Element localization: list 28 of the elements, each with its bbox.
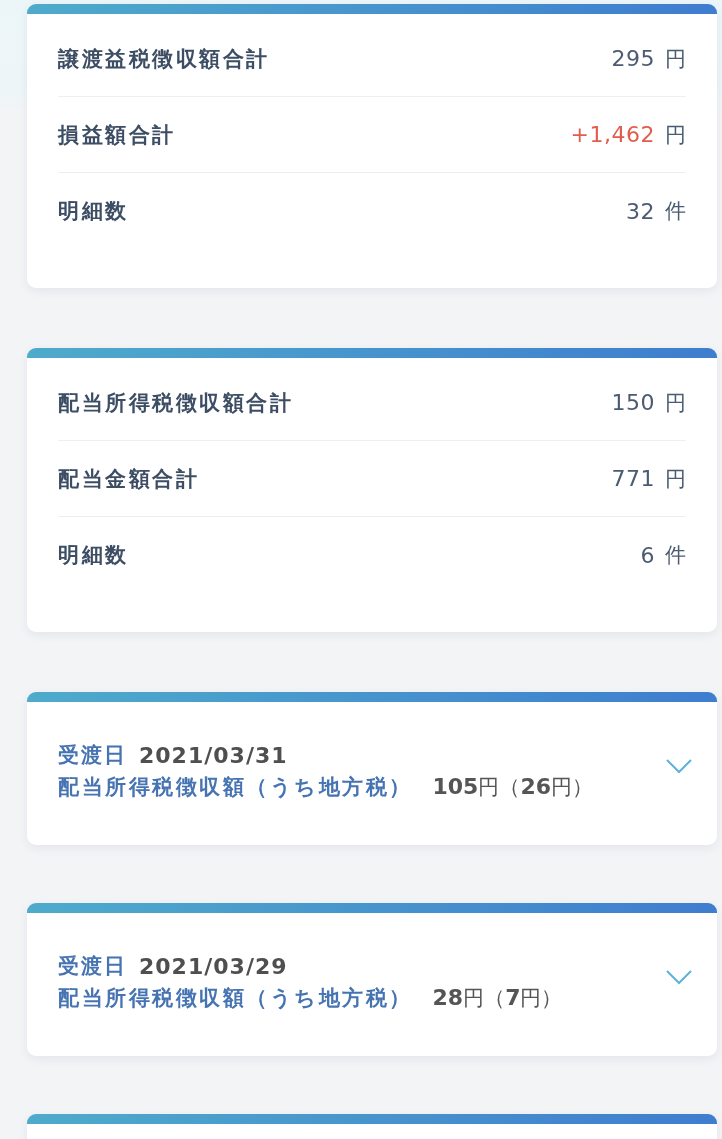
summary-value: 295	[611, 46, 655, 71]
summary-label: 明細数	[58, 542, 129, 569]
summary-value: 6	[640, 542, 655, 568]
summary-value: 32	[626, 198, 655, 224]
unit-label: 件	[665, 198, 686, 225]
summary-label: 配当金額合計	[58, 465, 199, 493]
unit-label: 円	[665, 465, 686, 493]
summary-label: 配当所得税徴収額合計	[58, 389, 293, 417]
chevron-icon[interactable]	[666, 759, 692, 774]
date-label: 受渡日	[58, 953, 127, 980]
summary-label: 損益額合計	[58, 121, 176, 149]
summary-value: +1,462	[570, 122, 655, 147]
date-value: 2021/03/31	[139, 742, 288, 770]
summary-label: 譲渡益税徴収額合計	[58, 45, 270, 73]
summary-value: 771	[611, 466, 655, 491]
unit-label: 円	[665, 389, 686, 417]
tax-label: 配当所得税徴収額（うち地方税）	[58, 773, 413, 801]
tax-amount: 105円（26円）	[432, 773, 594, 801]
unit-label: 円	[665, 121, 686, 149]
date-value: 2021/03/29	[139, 953, 288, 981]
date-label: 受渡日	[58, 742, 127, 769]
tax-label: 配当所得税徴収額（うち地方税）	[58, 984, 413, 1012]
tax-amount: 28円（7円）	[432, 984, 563, 1012]
summary-value: 150	[611, 390, 655, 415]
unit-label: 円	[665, 45, 686, 73]
chevron-icon[interactable]	[666, 970, 692, 985]
unit-label: 件	[665, 542, 686, 569]
summary-label: 明細数	[58, 198, 129, 225]
